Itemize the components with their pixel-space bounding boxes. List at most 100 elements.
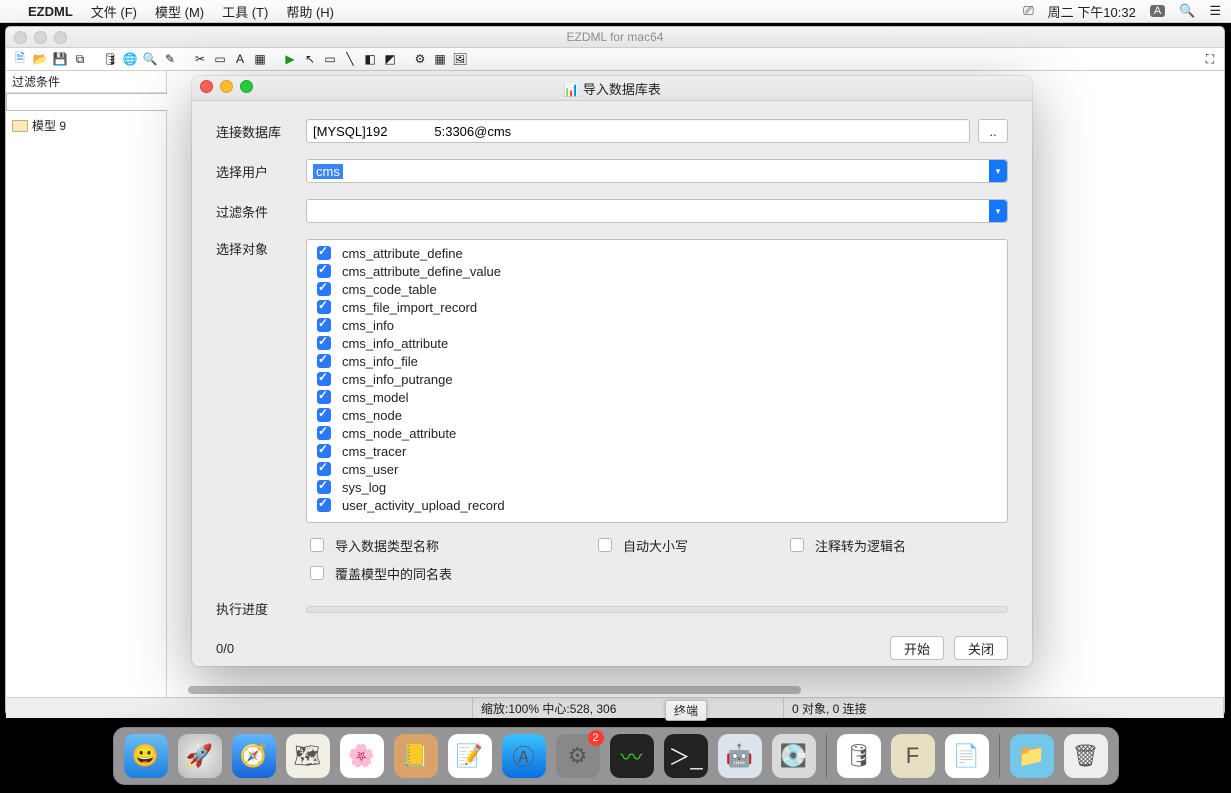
dock-diskutil-icon[interactable]: 💽: [772, 734, 816, 778]
table-row[interactable]: cms_node_attribute: [313, 424, 1001, 442]
toolbar-open-icon[interactable]: 📂: [32, 51, 48, 67]
table-checkbox[interactable]: [317, 498, 331, 512]
table-checkbox[interactable]: [317, 390, 331, 404]
spotlight-icon[interactable]: 🔍: [1179, 3, 1195, 19]
dock-font-icon[interactable]: F: [891, 734, 935, 778]
toolbar-new-icon[interactable]: 🗎: [12, 51, 28, 67]
minimize-icon[interactable]: [220, 80, 233, 93]
dock-settings-icon[interactable]: ⚙2: [556, 734, 600, 778]
toolbar-grid-icon[interactable]: ▦: [432, 51, 448, 67]
input-method-icon[interactable]: A: [1150, 5, 1165, 17]
table-checkbox[interactable]: [317, 336, 331, 350]
toolbar-rect2-icon[interactable]: ▭: [322, 51, 338, 67]
close-button[interactable]: 关闭: [954, 636, 1008, 660]
clock[interactable]: 周二 下午10:32: [1048, 2, 1136, 21]
table-row[interactable]: cms_user: [313, 460, 1001, 478]
close-icon[interactable]: [200, 80, 213, 93]
table-row[interactable]: cms_file_import_record: [313, 298, 1001, 316]
dock-maps-icon[interactable]: 🗺: [286, 734, 330, 778]
opt-comment-logic[interactable]: 注释转为逻辑名: [786, 535, 906, 555]
dock-db-icon[interactable]: 🛢: [837, 734, 881, 778]
zoom-icon[interactable]: [240, 80, 253, 93]
table-row[interactable]: cms_info_file: [313, 352, 1001, 370]
table-row[interactable]: cms_tracer: [313, 442, 1001, 460]
tables-listbox[interactable]: cms_attribute_definecms_attribute_define…: [306, 239, 1008, 523]
table-checkbox[interactable]: [317, 426, 331, 440]
sidebar-filter-input[interactable]: [6, 93, 168, 111]
toolbar-fullscreen-icon[interactable]: ⛶: [1202, 51, 1218, 67]
table-row[interactable]: cms_info_putrange: [313, 370, 1001, 388]
dock-finder-icon[interactable]: 😀: [124, 734, 168, 778]
main-window-traffic-lights[interactable]: [14, 31, 67, 44]
table-row[interactable]: cms_node: [313, 406, 1001, 424]
opt-overwrite[interactable]: 覆盖模型中的同名表: [306, 563, 452, 583]
toolbar-copy-icon[interactable]: ⧉: [72, 51, 88, 67]
toolbar-line-icon[interactable]: ╲: [342, 51, 358, 67]
dialog-traffic-lights[interactable]: [200, 80, 253, 93]
toolbar-globe-icon[interactable]: 🌐: [122, 51, 138, 67]
toolbar-misc2-icon[interactable]: ◩: [382, 51, 398, 67]
toolbar-misc1-icon[interactable]: ◧: [362, 51, 378, 67]
user-select[interactable]: cms ▾: [306, 159, 1008, 183]
opt-auto-case[interactable]: 自动大小写: [594, 535, 688, 555]
dock-automator-icon[interactable]: 🤖: [718, 734, 762, 778]
toolbar-run-icon[interactable]: ▶: [282, 51, 298, 67]
dock-notes-icon[interactable]: 📝: [448, 734, 492, 778]
table-checkbox[interactable]: [317, 462, 331, 476]
filter-select[interactable]: ▾: [306, 199, 1008, 223]
table-checkbox[interactable]: [317, 480, 331, 494]
toolbar-cut-icon[interactable]: ✂: [192, 51, 208, 67]
toolbar-save-icon[interactable]: 💾: [52, 51, 68, 67]
table-checkbox[interactable]: [317, 408, 331, 422]
menu-help[interactable]: 帮助 (H): [286, 2, 334, 21]
dock-launchpad-icon[interactable]: 🚀: [178, 734, 222, 778]
toolbar-image-icon[interactable]: 🖼: [452, 51, 468, 67]
table-checkbox[interactable]: [317, 444, 331, 458]
app-name[interactable]: EZDML: [28, 4, 73, 19]
toolbar-color-icon[interactable]: ▦: [252, 51, 268, 67]
table-checkbox[interactable]: [317, 372, 331, 386]
table-checkbox[interactable]: [317, 354, 331, 368]
table-row[interactable]: cms_info: [313, 316, 1001, 334]
toolbar-text-icon[interactable]: A: [232, 51, 248, 67]
table-checkbox[interactable]: [317, 300, 331, 314]
table-row[interactable]: sys_log: [313, 478, 1001, 496]
table-row[interactable]: cms_code_table: [313, 280, 1001, 298]
horizontal-scrollbar[interactable]: [167, 683, 1224, 697]
dock-trash-icon[interactable]: 🗑: [1064, 734, 1108, 778]
dock-contacts-icon[interactable]: 📒: [394, 734, 438, 778]
table-checkbox[interactable]: [317, 246, 331, 260]
table-row[interactable]: cms_attribute_define: [313, 244, 1001, 262]
table-checkbox[interactable]: [317, 318, 331, 332]
toolbar-db-icon[interactable]: 🛢: [102, 51, 118, 67]
toolbar-find-icon[interactable]: 🔍: [142, 51, 158, 67]
table-checkbox[interactable]: [317, 282, 331, 296]
toolbar-rect-icon[interactable]: ▭: [212, 51, 228, 67]
menu-tools[interactable]: 工具 (T): [222, 2, 268, 21]
toolbar-exec-icon[interactable]: ⚙: [412, 51, 428, 67]
table-row[interactable]: cms_model: [313, 388, 1001, 406]
table-row[interactable]: cms_attribute_define_value: [313, 262, 1001, 280]
dock-downloads-icon[interactable]: 📁: [1010, 734, 1054, 778]
toolbar-pointer-icon[interactable]: ↖: [302, 51, 318, 67]
airplay-icon[interactable]: ⎚: [1023, 3, 1033, 19]
opt-import-typename[interactable]: 导入数据类型名称: [306, 535, 439, 555]
toolbar-edit-icon[interactable]: ✎: [162, 51, 178, 67]
start-button[interactable]: 开始: [890, 636, 944, 660]
menu-file[interactable]: 文件 (F): [91, 2, 137, 21]
dock-safari-icon[interactable]: 🧭: [232, 734, 276, 778]
table-name: cms_file_import_record: [342, 300, 477, 315]
sidebar-tree-item[interactable]: 模型 9: [10, 115, 162, 136]
dock-terminal-icon[interactable]: ＞_: [664, 734, 708, 778]
table-row[interactable]: cms_info_attribute: [313, 334, 1001, 352]
menu-list-icon[interactable]: ☰: [1209, 3, 1221, 19]
table-checkbox[interactable]: [317, 264, 331, 278]
table-row[interactable]: user_activity_upload_record: [313, 496, 1001, 514]
dock-appstore-icon[interactable]: Ⓐ: [502, 734, 546, 778]
conn-input[interactable]: [306, 119, 970, 143]
conn-browse-button[interactable]: ..: [978, 119, 1008, 143]
menu-model[interactable]: 模型 (M): [155, 2, 204, 21]
dock-activity-icon[interactable]: 〰: [610, 734, 654, 778]
dock-photos-icon[interactable]: 🌸: [340, 734, 384, 778]
dock-textedit-icon[interactable]: 📄: [945, 734, 989, 778]
